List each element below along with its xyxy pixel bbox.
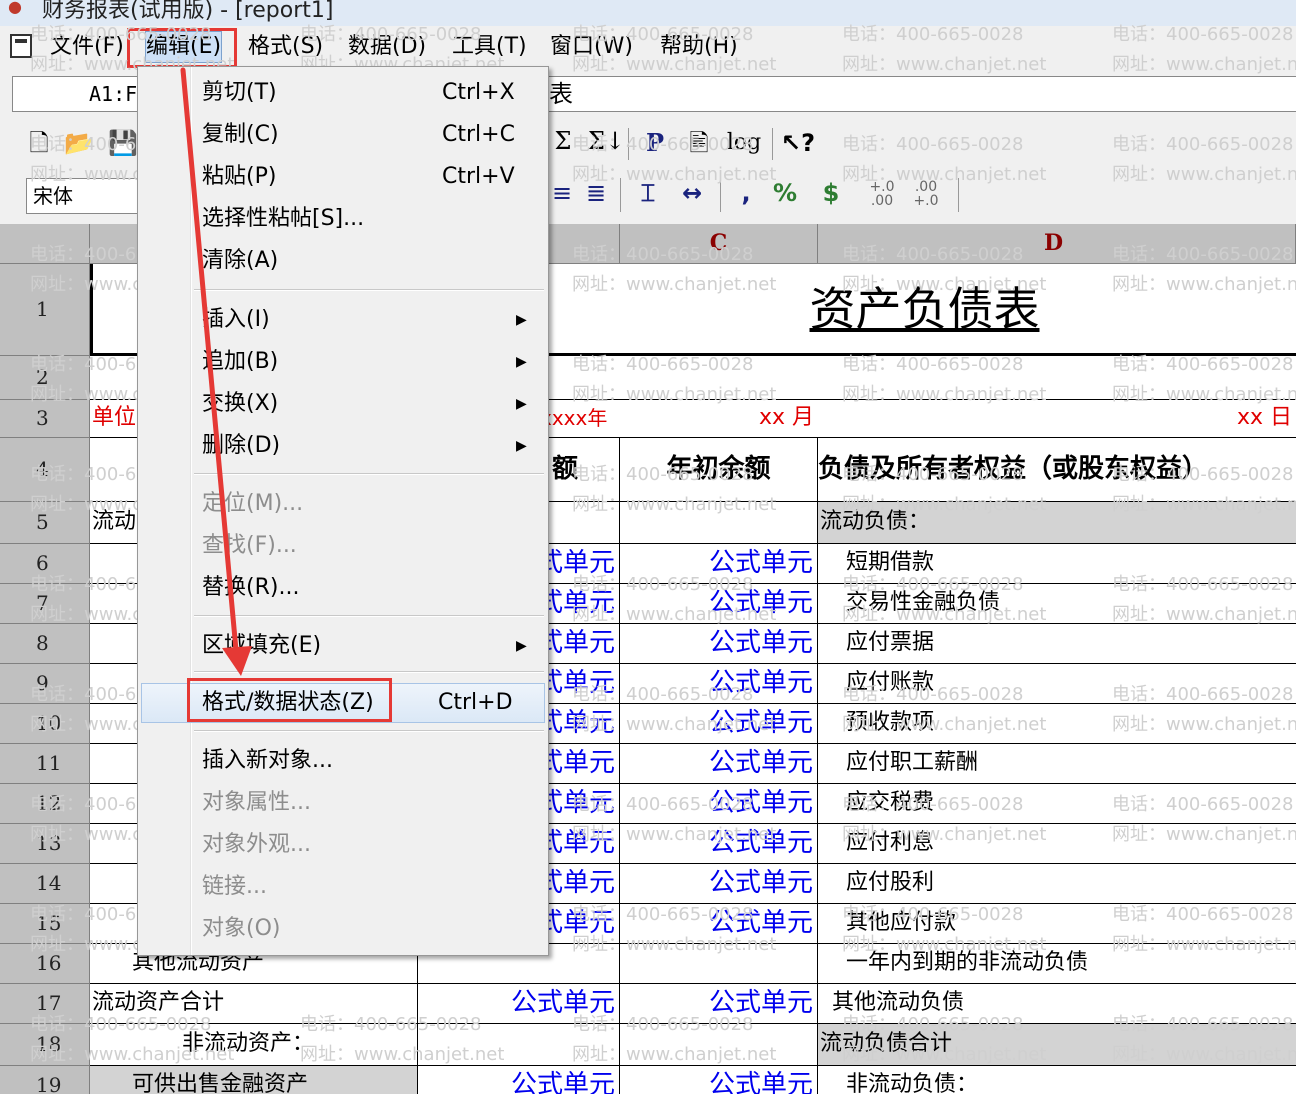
annotation-arrow — [180, 67, 252, 676]
